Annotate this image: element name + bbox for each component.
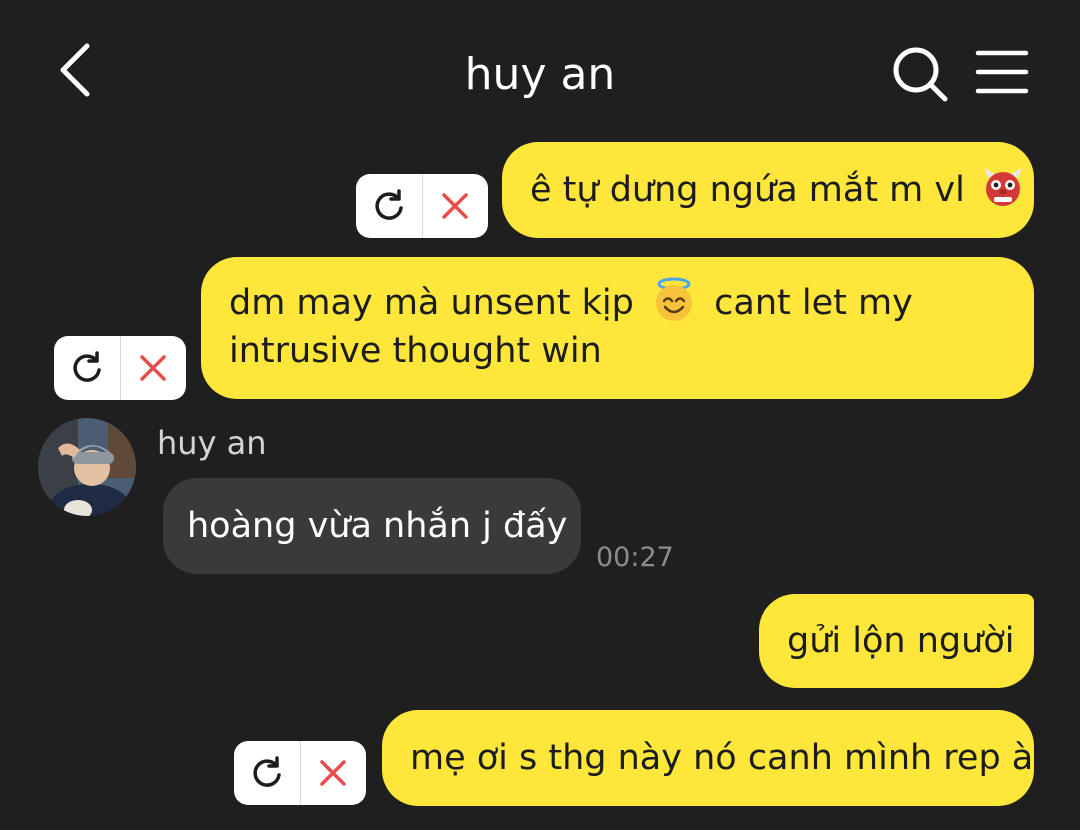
failed-message-actions: [356, 174, 488, 238]
retry-button[interactable]: [234, 741, 300, 805]
message-text-line: dm may mà unsent kịp: [229, 283, 634, 323]
retry-button[interactable]: [54, 336, 120, 400]
retry-button[interactable]: [356, 174, 422, 238]
search-icon[interactable]: [890, 44, 950, 104]
incoming-message-bubble[interactable]: hoàng vừa nhắn j đấy: [163, 478, 581, 574]
delete-x-icon: [140, 355, 166, 381]
avatar[interactable]: [38, 418, 136, 516]
outgoing-message-bubble[interactable]: gửi lộn người: [759, 594, 1034, 688]
delete-button[interactable]: [301, 741, 367, 805]
smiling-face-with-halo-emoji: [656, 277, 692, 321]
hamburger-menu-icon[interactable]: [975, 48, 1029, 98]
delete-x-icon: [320, 760, 346, 786]
outgoing-message-bubble[interactable]: ê tự dưng ngứa mắt m vl: [502, 142, 1034, 238]
failed-message-actions: [234, 741, 366, 805]
delete-button[interactable]: [423, 174, 489, 238]
retry-icon: [73, 351, 101, 382]
delete-x-icon: [442, 193, 468, 219]
message-text: hoàng vừa nhắn j đấy: [187, 506, 568, 546]
sender-name: huy an: [157, 424, 267, 462]
chat-screen: huy an ê tự dưng ngứa mắt m vl dm may mà…: [0, 0, 1080, 830]
message-text: ê tự dưng ngứa mắt m vl: [530, 170, 965, 210]
message-text-line: cant let my: [714, 283, 913, 323]
message-text: mẹ ơi s thg này nó canh mình rep à: [410, 738, 1034, 778]
retry-icon: [253, 756, 281, 787]
message-text: gửi lộn người: [787, 621, 1015, 661]
delete-button[interactable]: [121, 336, 187, 400]
message-timestamp: 00:27: [596, 542, 674, 573]
outgoing-message-bubble[interactable]: mẹ ơi s thg này nó canh mình rep à: [382, 710, 1034, 806]
retry-icon: [375, 189, 403, 220]
ogre-emoji: [983, 168, 1022, 206]
outgoing-message-bubble[interactable]: dm may mà unsent kịp cant let my intrusi…: [201, 257, 1034, 399]
message-text-line: intrusive thought win: [229, 331, 602, 371]
failed-message-actions: [54, 336, 186, 400]
